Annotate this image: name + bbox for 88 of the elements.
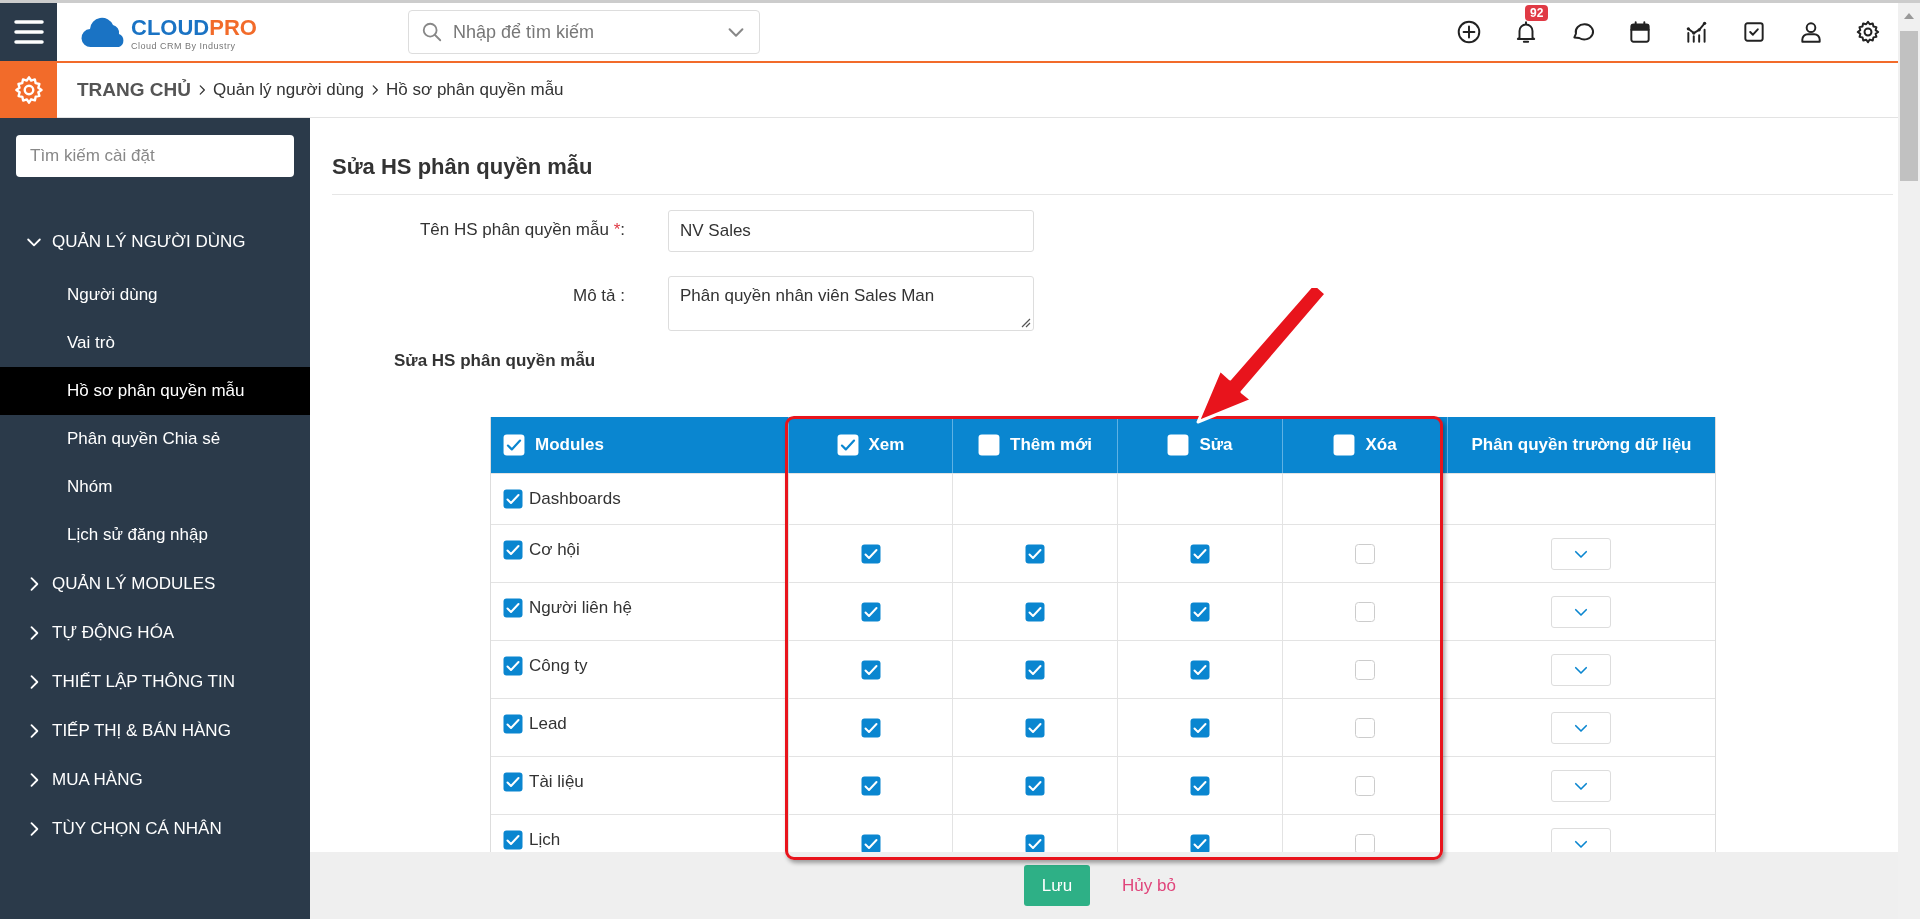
checkbox[interactable] <box>1190 659 1210 680</box>
search-icon <box>421 21 443 43</box>
sidebar-group[interactable]: TÙY CHỌN CÁ NHÂN <box>52 818 222 839</box>
breadcrumb-link[interactable]: Quản lý người dùng <box>213 80 365 100</box>
checkbox[interactable] <box>1190 717 1210 738</box>
checkbox[interactable] <box>860 601 881 622</box>
checkbox[interactable] <box>1025 775 1045 796</box>
table-cell: Người liên hệ <box>491 583 788 640</box>
settings-icon[interactable] <box>1855 19 1881 45</box>
checkbox[interactable] <box>860 659 881 680</box>
checkbox[interactable] <box>860 717 881 738</box>
menu-icon <box>12 19 45 45</box>
table-cell: Lead <box>491 699 788 756</box>
column-header: Modules <box>491 417 788 473</box>
table-cell: Dashboards <box>491 474 788 524</box>
breadcrumb-link[interactable]: TRANG CHỦ <box>77 79 191 101</box>
field-label: Tên HS phân quyền mẫu *: <box>418 219 625 240</box>
checkbox[interactable] <box>1190 775 1210 796</box>
checkbox[interactable] <box>1190 833 1210 852</box>
checkbox[interactable] <box>503 540 523 560</box>
sidebar-group[interactable]: THIẾT LẬP THÔNG TIN <box>52 671 235 692</box>
text-field[interactable]: NV Sales <box>668 210 1034 252</box>
sidebar-item[interactable]: Người dùng <box>0 271 310 319</box>
checkbox[interactable] <box>503 598 523 618</box>
checkbox[interactable] <box>1355 717 1375 738</box>
settings-search-field[interactable]: Tìm kiếm cài đặt <box>16 135 294 177</box>
section-title: Sửa HS phân quyền mẫu <box>394 351 596 371</box>
checkbox[interactable] <box>1355 833 1375 852</box>
checkbox[interactable] <box>1025 717 1045 738</box>
checkbox[interactable] <box>1355 601 1375 622</box>
checkbox[interactable] <box>1190 601 1210 622</box>
calendar-icon[interactable] <box>1627 19 1653 45</box>
sidebar-group[interactable]: TIẾP THỊ & BÁN HÀNG <box>52 720 231 741</box>
field-label: Mô tả : <box>572 285 625 306</box>
checkbox[interactable] <box>1025 601 1045 622</box>
sidebar-item[interactable]: Phân quyền Chia sẻ <box>0 415 310 463</box>
checkbox[interactable] <box>503 656 523 676</box>
scrollbar-thumb[interactable] <box>1900 31 1918 181</box>
checkbox[interactable] <box>860 543 881 564</box>
checkbox[interactable] <box>503 772 523 792</box>
add-icon[interactable] <box>1456 19 1482 45</box>
menu-button[interactable] <box>0 3 57 61</box>
breadcrumb-link[interactable]: Hồ sơ phân quyền mẫu <box>386 80 564 100</box>
resize-handle-icon <box>1019 316 1031 328</box>
column-header: Phân quyền trường dữ liệu <box>1447 417 1715 473</box>
column-header: Thêm mới <box>952 417 1117 473</box>
table-cell: Tài liệu <box>491 757 788 814</box>
sidebar-item[interactable]: Vai trò <box>0 319 310 367</box>
table-cell: Công ty <box>491 641 788 698</box>
table-cell: Lịch <box>491 815 788 852</box>
checkbox[interactable] <box>503 489 523 509</box>
checkbox[interactable] <box>1333 434 1356 456</box>
checkbox[interactable] <box>1167 434 1190 456</box>
logo-tagline: Cloud CRM By Industry <box>131 41 236 51</box>
column-header: Xem <box>788 417 952 473</box>
sidebar-group[interactable]: QUẢN LÝ NGƯỜI DÙNG <box>52 232 246 252</box>
checkbox[interactable] <box>1355 543 1375 564</box>
sidebar-group[interactable]: QUẢN LÝ MODULES <box>52 573 216 594</box>
text-area[interactable]: Phân quyền nhân viên Sales Man <box>668 276 1034 331</box>
checkbox[interactable] <box>1025 833 1045 852</box>
settings-icon <box>12 74 45 106</box>
sidebar-item[interactable]: Nhóm <box>0 463 310 511</box>
checkbox[interactable] <box>1355 775 1375 796</box>
checkbox[interactable] <box>860 775 881 796</box>
sidebar-item[interactable]: Hồ sơ phân quyền mẫu <box>0 367 310 415</box>
checkbox[interactable] <box>1355 659 1375 680</box>
sidebar-group[interactable]: MUA HÀNG <box>52 769 143 790</box>
checkbox[interactable] <box>503 714 523 734</box>
checkbox[interactable] <box>503 830 523 850</box>
checkbox[interactable] <box>1025 659 1045 680</box>
logo-text: CLOUDPRO <box>131 15 257 41</box>
checkbox[interactable] <box>1025 543 1045 564</box>
checkbox[interactable] <box>503 434 525 456</box>
notification-badge: 92 <box>1525 5 1549 21</box>
sidebar-item[interactable]: Lịch sử đăng nhập <box>0 511 310 559</box>
cancel-link[interactable]: Hủy bỏ <box>1122 875 1176 896</box>
user-icon[interactable] <box>1798 19 1824 45</box>
form-title: Sửa HS phân quyền mẫu <box>332 154 1893 195</box>
checkbox[interactable] <box>860 833 881 852</box>
search-field[interactable]: Nhập để tìm kiếm <box>408 10 760 54</box>
sidebar-group[interactable]: TỰ ĐỘNG HÓA <box>52 622 175 643</box>
dropdown-button[interactable] <box>1551 827 1611 852</box>
task-icon[interactable] <box>1741 19 1767 45</box>
table-cell: Cơ hội <box>491 525 788 582</box>
scroll-up-icon[interactable] <box>1903 11 1915 21</box>
checkbox[interactable] <box>1190 543 1210 564</box>
checkbox[interactable] <box>836 434 859 456</box>
checkbox[interactable] <box>978 434 1000 456</box>
